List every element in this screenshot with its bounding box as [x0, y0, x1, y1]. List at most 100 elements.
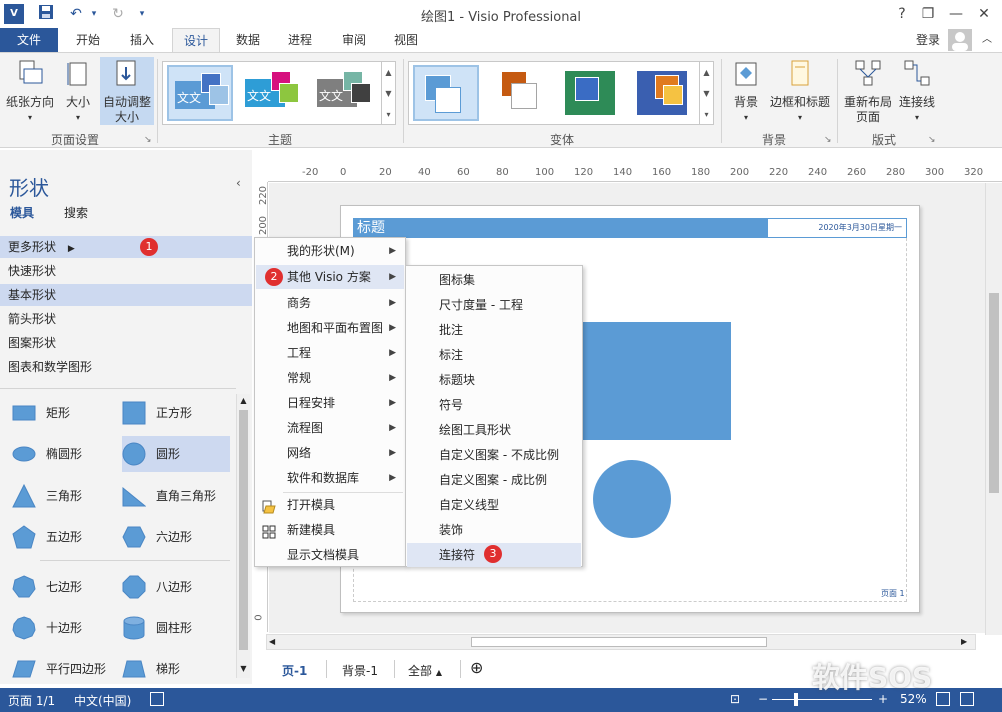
title-block[interactable]: 标题	[353, 218, 767, 238]
shape-parallelogram[interactable]: 平行四边形	[12, 651, 112, 687]
theme-item[interactable]: 文文	[311, 65, 377, 121]
date-block[interactable]: 2020年3月30日星期一	[767, 218, 907, 238]
menu-item-title-blocks[interactable]: 标题块	[407, 368, 581, 392]
shape-trapezoid[interactable]: 梯形	[122, 651, 230, 687]
shape-rectangle[interactable]: 矩形	[12, 395, 112, 431]
shape-hexagon[interactable]: 六边形	[122, 519, 230, 555]
variant-item[interactable]	[413, 65, 479, 121]
variant-item[interactable]	[559, 65, 625, 121]
menu-item-custom-line-patterns[interactable]: 自定义线型	[407, 493, 581, 517]
connectors-button[interactable]: 连接线 ▾	[896, 59, 938, 125]
orientation-button[interactable]: 纸张方向 ▾	[4, 59, 56, 125]
page-tab-background[interactable]: 背景-1	[342, 662, 378, 679]
tab-stencils[interactable]: 模具	[10, 204, 34, 221]
switch-windows-icon[interactable]	[960, 692, 974, 706]
tab-review[interactable]: 审阅	[334, 28, 374, 52]
all-pages-button[interactable]: 全部 ▲	[408, 662, 442, 679]
menu-item-show-document-stencil[interactable]: 显示文档模具	[256, 543, 404, 567]
menu-item-business[interactable]: 商务 ▶	[256, 291, 404, 315]
menu-item-network[interactable]: 网络 ▶	[256, 441, 404, 465]
help-button[interactable]: ?	[888, 2, 916, 26]
dialog-launcher-icon[interactable]: ↘	[144, 135, 152, 145]
relayout-page-button[interactable]: 重新布局 页面	[842, 59, 894, 125]
menu-item-schedule[interactable]: 日程安排 ▶	[256, 391, 404, 415]
zoom-slider[interactable]	[772, 699, 872, 700]
vertical-scrollbar[interactable]	[985, 183, 1002, 635]
category-pattern-shapes[interactable]: 图案形状	[8, 332, 252, 354]
autofit-size-button[interactable]: 自动调整 大小	[100, 57, 154, 125]
page-tab-1[interactable]: 页-1	[282, 662, 307, 679]
menu-item-flowchart[interactable]: 流程图 ▶	[256, 416, 404, 440]
shape-pentagon[interactable]: 五边形	[12, 519, 112, 555]
menu-item-my-shapes[interactable]: 我的形状(M) ▶	[256, 239, 404, 263]
theme-item[interactable]: 文文	[167, 65, 233, 121]
background-button[interactable]: 背景 ▾	[728, 59, 764, 125]
gallery-scroll-up[interactable]: ▲	[699, 62, 713, 83]
shape-cylinder[interactable]: 圆柱形	[122, 610, 230, 646]
size-button[interactable]: 大小 ▾	[60, 59, 96, 125]
shape-triangle[interactable]: 三角形	[12, 478, 112, 514]
tab-home[interactable]: 开始	[68, 28, 108, 52]
shape-decagon[interactable]: 十边形	[12, 610, 112, 646]
borders-titles-button[interactable]: 边框和标题 ▾	[768, 59, 832, 125]
signin-link[interactable]: 登录	[910, 28, 946, 52]
collapse-ribbon-icon[interactable]: ︿	[976, 28, 998, 52]
gallery-more[interactable]: ▾	[699, 104, 713, 125]
menu-item-borders-decorations[interactable]: 装饰	[407, 518, 581, 542]
category-quick-shapes[interactable]: 快速形状	[8, 260, 252, 282]
fit-page-icon[interactable]: ⊡	[730, 692, 740, 706]
tab-search[interactable]: 搜索	[64, 204, 88, 221]
scrollbar-thumb[interactable]	[989, 293, 999, 493]
gallery-scroll-down[interactable]: ▼	[381, 83, 395, 104]
category-basic-shapes[interactable]: 基本形状	[0, 284, 252, 306]
menu-item-new-stencil[interactable]: 新建模具	[256, 518, 404, 542]
menu-item-symbols[interactable]: 符号	[407, 393, 581, 417]
fit-window-icon[interactable]	[936, 692, 950, 706]
tab-design[interactable]: 设计	[172, 28, 220, 52]
macro-icon[interactable]	[150, 692, 164, 706]
menu-item-drawing-tool-shapes[interactable]: 绘图工具形状	[407, 418, 581, 442]
scroll-up-icon[interactable]: ▲	[237, 394, 250, 408]
shape-square[interactable]: 正方形	[122, 395, 230, 431]
zoom-out-icon[interactable]: −	[758, 692, 768, 706]
gallery-scroll-up[interactable]: ▲	[381, 62, 395, 83]
menu-item-software-db[interactable]: 软件和数据库 ▶	[256, 466, 404, 490]
shape-ellipse[interactable]: 椭圆形	[12, 436, 112, 472]
gallery-scroll-down[interactable]: ▼	[699, 83, 713, 104]
scrollbar-thumb[interactable]	[471, 637, 767, 647]
menu-item-custom-patterns-scaled[interactable]: 自定义图案 - 成比例	[407, 468, 581, 492]
circle-shape[interactable]	[593, 460, 671, 538]
minimize-button[interactable]: —	[942, 2, 970, 26]
language-indicator[interactable]: 中文(中国)	[74, 692, 131, 709]
gallery-more[interactable]: ▾	[381, 104, 395, 125]
theme-item[interactable]: 文文	[239, 65, 305, 121]
scrollbar-thumb[interactable]	[239, 410, 248, 650]
scroll-left-icon[interactable]: ◀	[269, 635, 281, 649]
shape-heptagon[interactable]: 七边形	[12, 569, 112, 605]
menu-item-dimensioning-engineering[interactable]: 尺寸度量 - 工程	[407, 293, 581, 317]
tab-process[interactable]: 进程	[280, 28, 320, 52]
variant-item[interactable]	[487, 65, 553, 121]
zoom-slider-thumb[interactable]	[794, 693, 798, 706]
shapes-scrollbar[interactable]: ▲ ▼	[236, 394, 250, 678]
ribbon-display-button[interactable]: ❐	[914, 2, 942, 26]
menu-item-open-stencil[interactable]: 打开模具	[256, 493, 404, 517]
dialog-launcher-icon[interactable]: ↘	[928, 135, 936, 145]
menu-item-general[interactable]: 常规 ▶	[256, 366, 404, 390]
shape-circle[interactable]: 圆形	[122, 436, 230, 472]
tab-file[interactable]: 文件	[0, 28, 58, 52]
dialog-launcher-icon[interactable]: ↘	[824, 135, 832, 145]
category-arrow-shapes[interactable]: 箭头形状	[8, 308, 252, 330]
tab-insert[interactable]: 插入	[122, 28, 162, 52]
collapse-panel-icon[interactable]: ‹	[236, 176, 241, 190]
menu-item-engineering[interactable]: 工程 ▶	[256, 341, 404, 365]
rectangle-shape[interactable]	[577, 322, 731, 440]
menu-item-icon-sets[interactable]: 图标集	[407, 268, 581, 292]
variant-item[interactable]	[631, 65, 697, 121]
shape-right-triangle[interactable]: 直角三角形	[122, 478, 230, 514]
category-charts-math[interactable]: 图表和数学图形	[8, 356, 252, 378]
horizontal-scrollbar[interactable]: ◀ ▶	[266, 634, 976, 650]
close-button[interactable]: ✕	[970, 2, 998, 26]
category-more-shapes[interactable]: 更多形状 ▶	[0, 236, 252, 258]
scroll-right-icon[interactable]: ▶	[961, 635, 973, 649]
